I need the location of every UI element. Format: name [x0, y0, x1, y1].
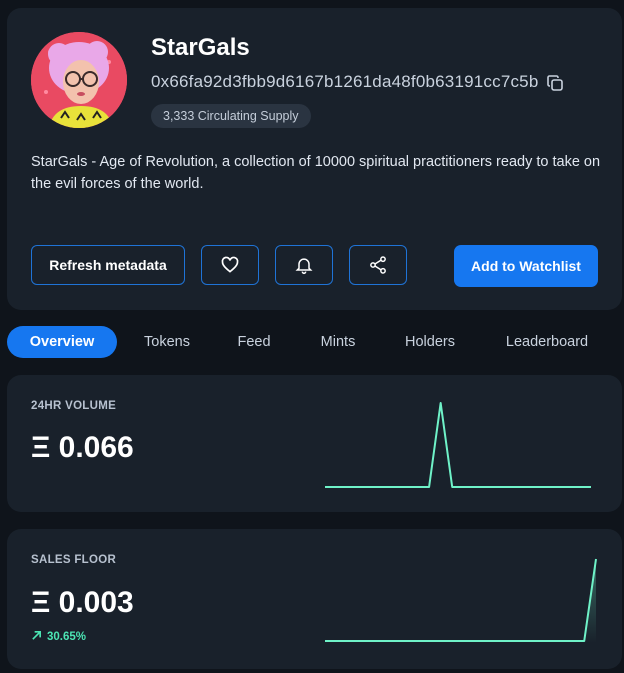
tab-mints[interactable]: Mints: [303, 326, 373, 358]
tab-holders[interactable]: Holders: [389, 326, 471, 358]
tab-feed[interactable]: Feed: [219, 326, 289, 358]
share-icon: [370, 256, 386, 274]
share-button[interactable]: [349, 245, 407, 285]
sales-floor-label: SALES FLOOR: [31, 554, 117, 566]
copy-icon[interactable]: [546, 74, 564, 92]
arrow-up-right-icon: [32, 631, 41, 640]
collection-avatar: [31, 32, 127, 128]
collection-tabs: Overview Tokens Feed Mints Holders Leade…: [7, 326, 622, 358]
floor-change-value: 30.65%: [47, 631, 87, 643]
add-to-watchlist-button[interactable]: Add to Watchlist: [454, 245, 598, 287]
volume-sparkline-line: [325, 402, 591, 488]
volume-value: Ξ 0.066: [31, 431, 134, 464]
tab-overview[interactable]: Overview: [7, 326, 117, 358]
refresh-metadata-label: Refresh metadata: [49, 257, 167, 273]
sales-floor-sparkline-line: [325, 558, 597, 642]
add-to-watchlist-label: Add to Watchlist: [471, 258, 581, 274]
collection-title: StarGals: [151, 34, 250, 61]
refresh-metadata-button[interactable]: Refresh metadata: [31, 245, 185, 285]
collection-header-card: StarGals 0x66fa92d3fbb9d6167b1261da48f0b…: [7, 8, 622, 310]
favorite-button[interactable]: [201, 245, 259, 285]
tab-tokens[interactable]: Tokens: [127, 326, 207, 358]
sales-floor-sparkline: [325, 558, 597, 643]
sales-floor-sparkline-area: [325, 559, 596, 643]
tab-leaderboard[interactable]: Leaderboard: [495, 326, 599, 358]
notify-button[interactable]: [275, 245, 333, 285]
volume-label: 24HR VOLUME: [31, 400, 117, 412]
collection-description: StarGals - Age of Revolution, a collecti…: [31, 154, 601, 192]
supply-badge: 3,333 Circulating Supply: [151, 104, 311, 128]
volume-sparkline: [325, 402, 591, 488]
bell-icon: [295, 258, 313, 275]
heart-icon: [221, 256, 239, 273]
contract-address: 0x66fa92d3fbb9d6167b1261da48f0b63191cc7c…: [151, 72, 539, 91]
sales-floor-value: Ξ 0.003: [31, 586, 134, 619]
volume-card: 24HR VOLUME Ξ 0.066: [7, 375, 622, 512]
floor-change: 30.65%: [31, 630, 86, 643]
sales-floor-card: SALES FLOOR Ξ 0.003 30.65%: [7, 529, 622, 669]
